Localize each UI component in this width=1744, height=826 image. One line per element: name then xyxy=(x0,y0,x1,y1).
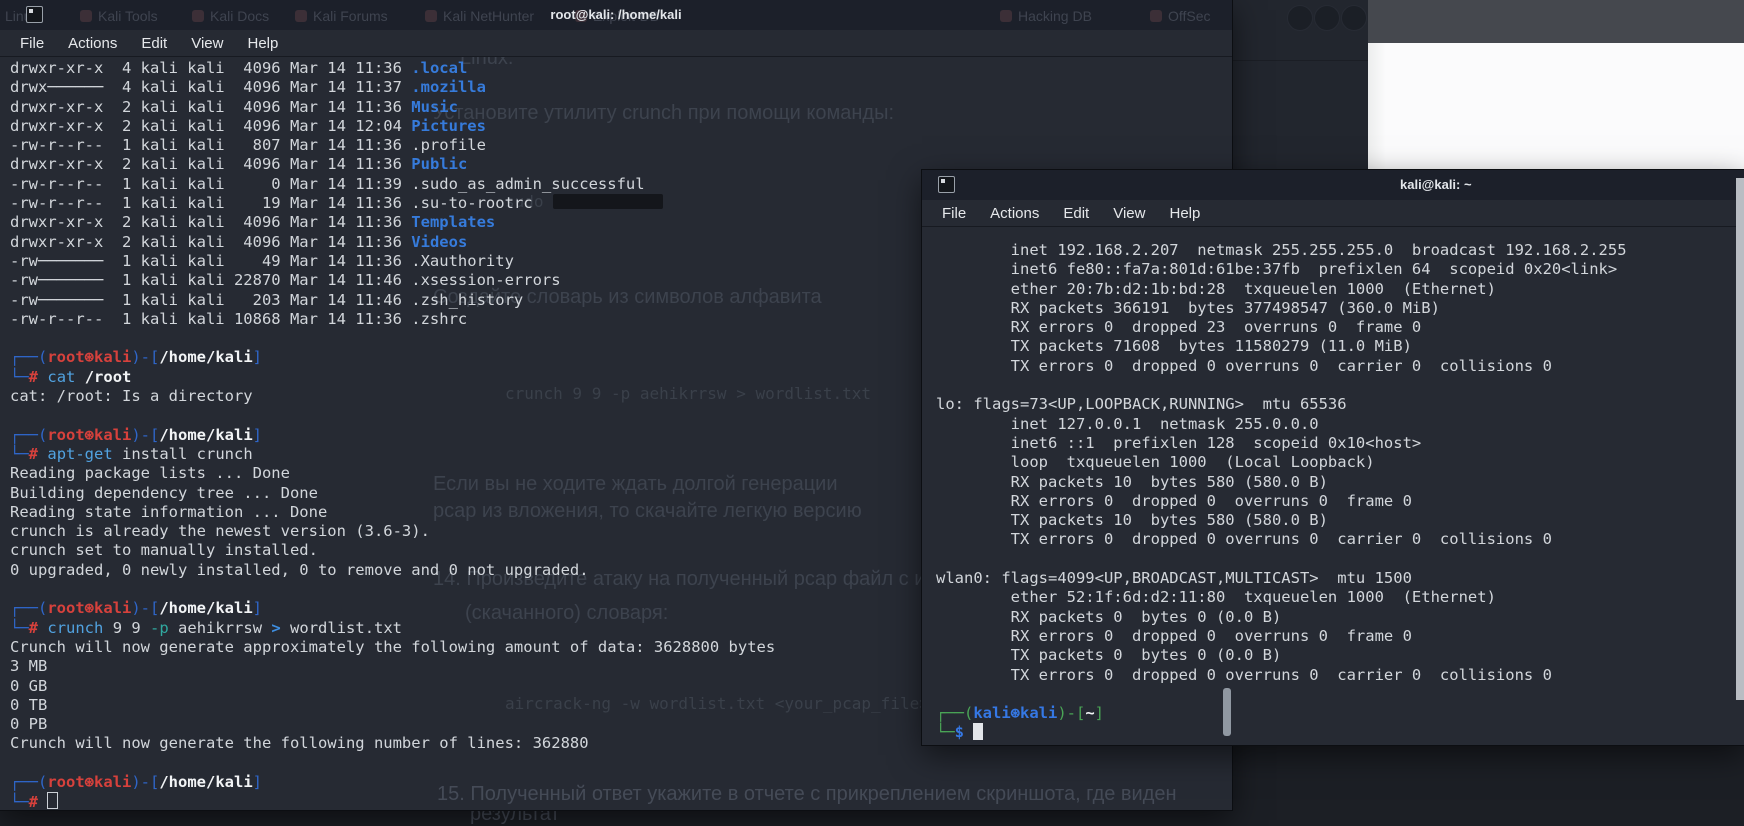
menu-item-view[interactable]: View xyxy=(181,33,233,54)
background-browser-titlebar-strip xyxy=(1232,0,1368,170)
terminal-line: └─# xyxy=(10,792,1232,811)
left-terminal-scrollbar-thumb[interactable] xyxy=(1223,688,1231,736)
menu-item-actions[interactable]: Actions xyxy=(980,203,1049,224)
background-window-titlebar[interactable] xyxy=(1368,0,1744,43)
menu-item-file[interactable]: File xyxy=(10,33,54,54)
menu-item-edit[interactable]: Edit xyxy=(131,33,177,54)
terminal-line: ether 52:1f:6d:d2:11:80 txqueuelen 1000 … xyxy=(936,588,1744,607)
terminal-line: TX packets 71608 bytes 11580279 (11.0 Mi… xyxy=(936,337,1744,356)
left-terminal-titlebar[interactable]: LinuxKali ToolsKali DocsKali ForumsKali … xyxy=(0,0,1232,30)
right-terminal-menubar: FileActionsEditViewHelp xyxy=(922,200,1744,227)
terminal-line: -rw-r--r-- 1 kali kali 807 Mar 14 11:36 … xyxy=(10,136,1232,155)
terminal-line: RX errors 0 dropped 23 overruns 0 frame … xyxy=(936,318,1744,337)
terminal-line: RX packets 366191 bytes 377498547 (360.0… xyxy=(936,299,1744,318)
terminal-line xyxy=(936,550,1744,569)
window-maximize-button[interactable] xyxy=(1314,5,1340,31)
terminal-line: drwxr-xr-x 2 kali kali 4096 Mar 14 12:04… xyxy=(10,117,1232,136)
menu-item-view[interactable]: View xyxy=(1103,203,1155,224)
terminal-line: inet6 fe80::fa7a:801d:61be:37fb prefixle… xyxy=(936,260,1744,279)
menu-item-file[interactable]: File xyxy=(932,203,976,224)
terminal-line xyxy=(936,376,1744,395)
terminal-line: RX errors 0 dropped 0 overruns 0 frame 0 xyxy=(936,492,1744,511)
terminal-line: RX packets 0 bytes 0 (0.0 B) xyxy=(936,608,1744,627)
right-terminal-titlebar[interactable]: kali@kali: ~ xyxy=(922,170,1744,200)
terminal-line: inet 127.0.0.1 netmask 255.0.0.0 xyxy=(936,415,1744,434)
background-window-body xyxy=(1368,43,1744,178)
terminal-line: └─$ xyxy=(936,723,1744,742)
left-terminal-menubar: FileActionsEditViewHelp xyxy=(0,30,1232,57)
terminal-line: drwxr-xr-x 2 kali kali 4096 Mar 14 11:36… xyxy=(10,98,1232,117)
terminal-line: inet 192.168.2.207 netmask 255.255.255.0… xyxy=(936,241,1744,260)
terminal-line xyxy=(10,754,1232,773)
titlebar-divider xyxy=(1232,60,1368,61)
terminal-line: TX packets 0 bytes 0 (0.0 B) xyxy=(936,646,1744,665)
terminal-line: TX errors 0 dropped 0 overruns 0 carrier… xyxy=(936,357,1744,376)
terminal-line: lo: flags=73<UP,LOOPBACK,RUNNING> mtu 65… xyxy=(936,395,1744,414)
terminal-line: loop txqueuelen 1000 (Local Loopback) xyxy=(936,453,1744,472)
menu-item-edit[interactable]: Edit xyxy=(1053,203,1099,224)
right-terminal-content[interactable]: inet 192.168.2.207 netmask 255.255.255.0… xyxy=(922,227,1744,743)
terminal-line xyxy=(936,685,1744,704)
terminal-line: ┌──(kali⊛kali)-[~] xyxy=(936,704,1744,723)
terminal-icon xyxy=(938,176,955,193)
window-close-button[interactable] xyxy=(1341,5,1367,31)
terminal-line: drwxr-xr-x 4 kali kali 4096 Mar 14 11:36… xyxy=(10,59,1232,78)
terminal-line: RX errors 0 dropped 0 overruns 0 frame 0 xyxy=(936,627,1744,646)
terminal-line: TX errors 0 dropped 0 overruns 0 carrier… xyxy=(936,666,1744,685)
terminal-line: RX packets 10 bytes 580 (580.0 B) xyxy=(936,473,1744,492)
terminal-line: TX packets 10 bytes 580 (580.0 B) xyxy=(936,511,1744,530)
menu-item-help[interactable]: Help xyxy=(1159,203,1210,224)
right-terminal-title: kali@kali: ~ xyxy=(1400,177,1472,192)
terminal-line: ether 20:7b:d2:1b:bd:28 txqueuelen 1000 … xyxy=(936,280,1744,299)
menu-item-help[interactable]: Help xyxy=(237,33,288,54)
terminal-line: TX errors 0 dropped 0 overruns 0 carrier… xyxy=(936,530,1744,549)
terminal-line: wlan0: flags=4099<UP,BROADCAST,MULTICAST… xyxy=(936,569,1744,588)
desktop: { "colors": { "terminal_bg": "#262a33", … xyxy=(0,0,1744,821)
right-terminal-scrollbar-thumb[interactable] xyxy=(1736,178,1744,700)
terminal-line: ┌──(root⊛kali)-[/home/kali] xyxy=(10,773,1232,792)
window-minimize-button[interactable] xyxy=(1287,5,1313,31)
menu-item-actions[interactable]: Actions xyxy=(58,33,127,54)
terminal-line: drwx────── 4 kali kali 4096 Mar 14 11:37… xyxy=(10,78,1232,97)
left-terminal-title: root@kali: /home/kali xyxy=(0,7,1232,22)
right-terminal-window: kali@kali: ~ FileActionsEditViewHelp ine… xyxy=(922,170,1744,745)
terminal-line: inet6 ::1 prefixlen 128 scopeid 0x10<hos… xyxy=(936,434,1744,453)
